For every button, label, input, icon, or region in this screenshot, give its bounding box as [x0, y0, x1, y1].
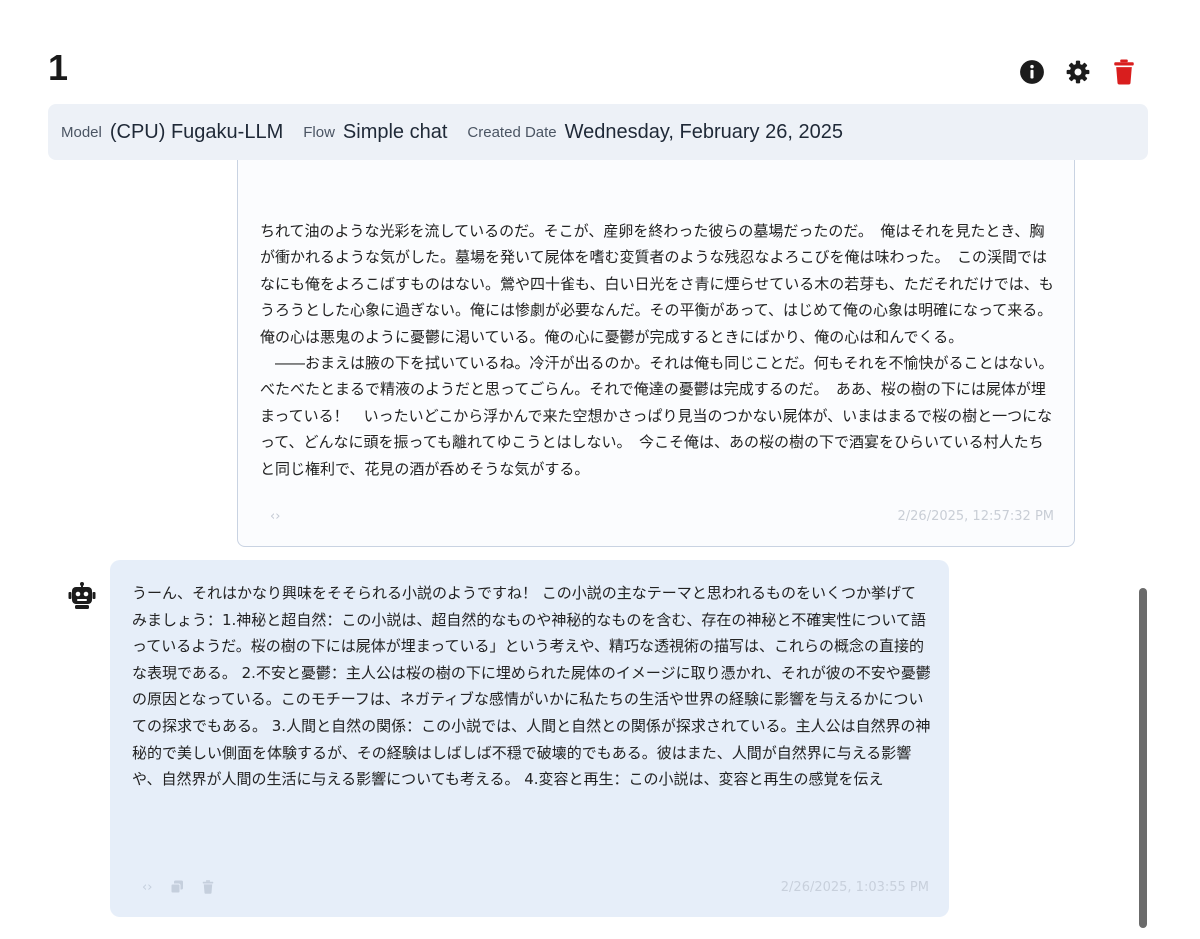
info-button[interactable]: [1018, 58, 1046, 86]
assistant-message: うーん、それはかなり興味をそそられる小説のようですね！ この小説の主なテーマと思…: [110, 560, 949, 917]
user-message-actions: ‹›: [270, 509, 280, 524]
trash-icon: [1114, 59, 1134, 85]
chat-page: 1 Model (CPU) Fugaku-LLM Flow Simple cha…: [0, 0, 1200, 939]
chat-info-bar: Model (CPU) Fugaku-LLM Flow Simple chat …: [48, 104, 1148, 160]
created-date-value: Wednesday, February 26, 2025: [564, 120, 843, 143]
settings-button[interactable]: [1064, 58, 1092, 86]
assistant-message-footer: ‹› 2/26/2025, 1:03:55 PM: [110, 875, 949, 899]
flow-label: Flow: [303, 123, 335, 141]
user-message-timestamp: 2/26/2025, 12:57:32 PM: [897, 508, 1055, 524]
assistant-message-text: うーん、それはかなり興味をそそられる小説のようですね！ この小説の主なテーマと思…: [132, 584, 931, 789]
delete-chat-button[interactable]: [1110, 58, 1138, 86]
bot-avatar: [68, 582, 96, 610]
gear-icon: [1066, 60, 1090, 84]
code-icon[interactable]: ‹›: [142, 880, 152, 895]
flow-value: Simple chat: [342, 120, 448, 143]
header-actions: [1018, 58, 1138, 86]
created-date-label: Created Date: [467, 123, 557, 141]
model-value: (CPU) Fugaku-LLM: [109, 120, 284, 143]
user-message-text: ちれて油のような光彩を流しているのだ。そこが、産卵を終わった彼らの墓場だったのだ…: [260, 221, 1054, 478]
assistant-message-actions: ‹›: [142, 880, 214, 895]
assistant-message-timestamp: 2/26/2025, 1:03:55 PM: [780, 879, 929, 895]
copy-icon[interactable]: [170, 880, 184, 894]
robot-icon: [68, 582, 96, 609]
info-icon: [1020, 60, 1044, 84]
trash-icon[interactable]: [202, 880, 214, 894]
code-icon[interactable]: ‹›: [270, 509, 280, 524]
page-title: 1: [48, 47, 69, 88]
user-message: ちれて油のような光彩を流しているのだ。そこが、産卵を終わった彼らの墓場だったのだ…: [237, 110, 1075, 547]
scrollbar-thumb[interactable]: [1139, 588, 1147, 928]
user-message-footer: ‹› 2/26/2025, 12:57:32 PM: [238, 504, 1074, 528]
model-label: Model: [61, 123, 102, 141]
